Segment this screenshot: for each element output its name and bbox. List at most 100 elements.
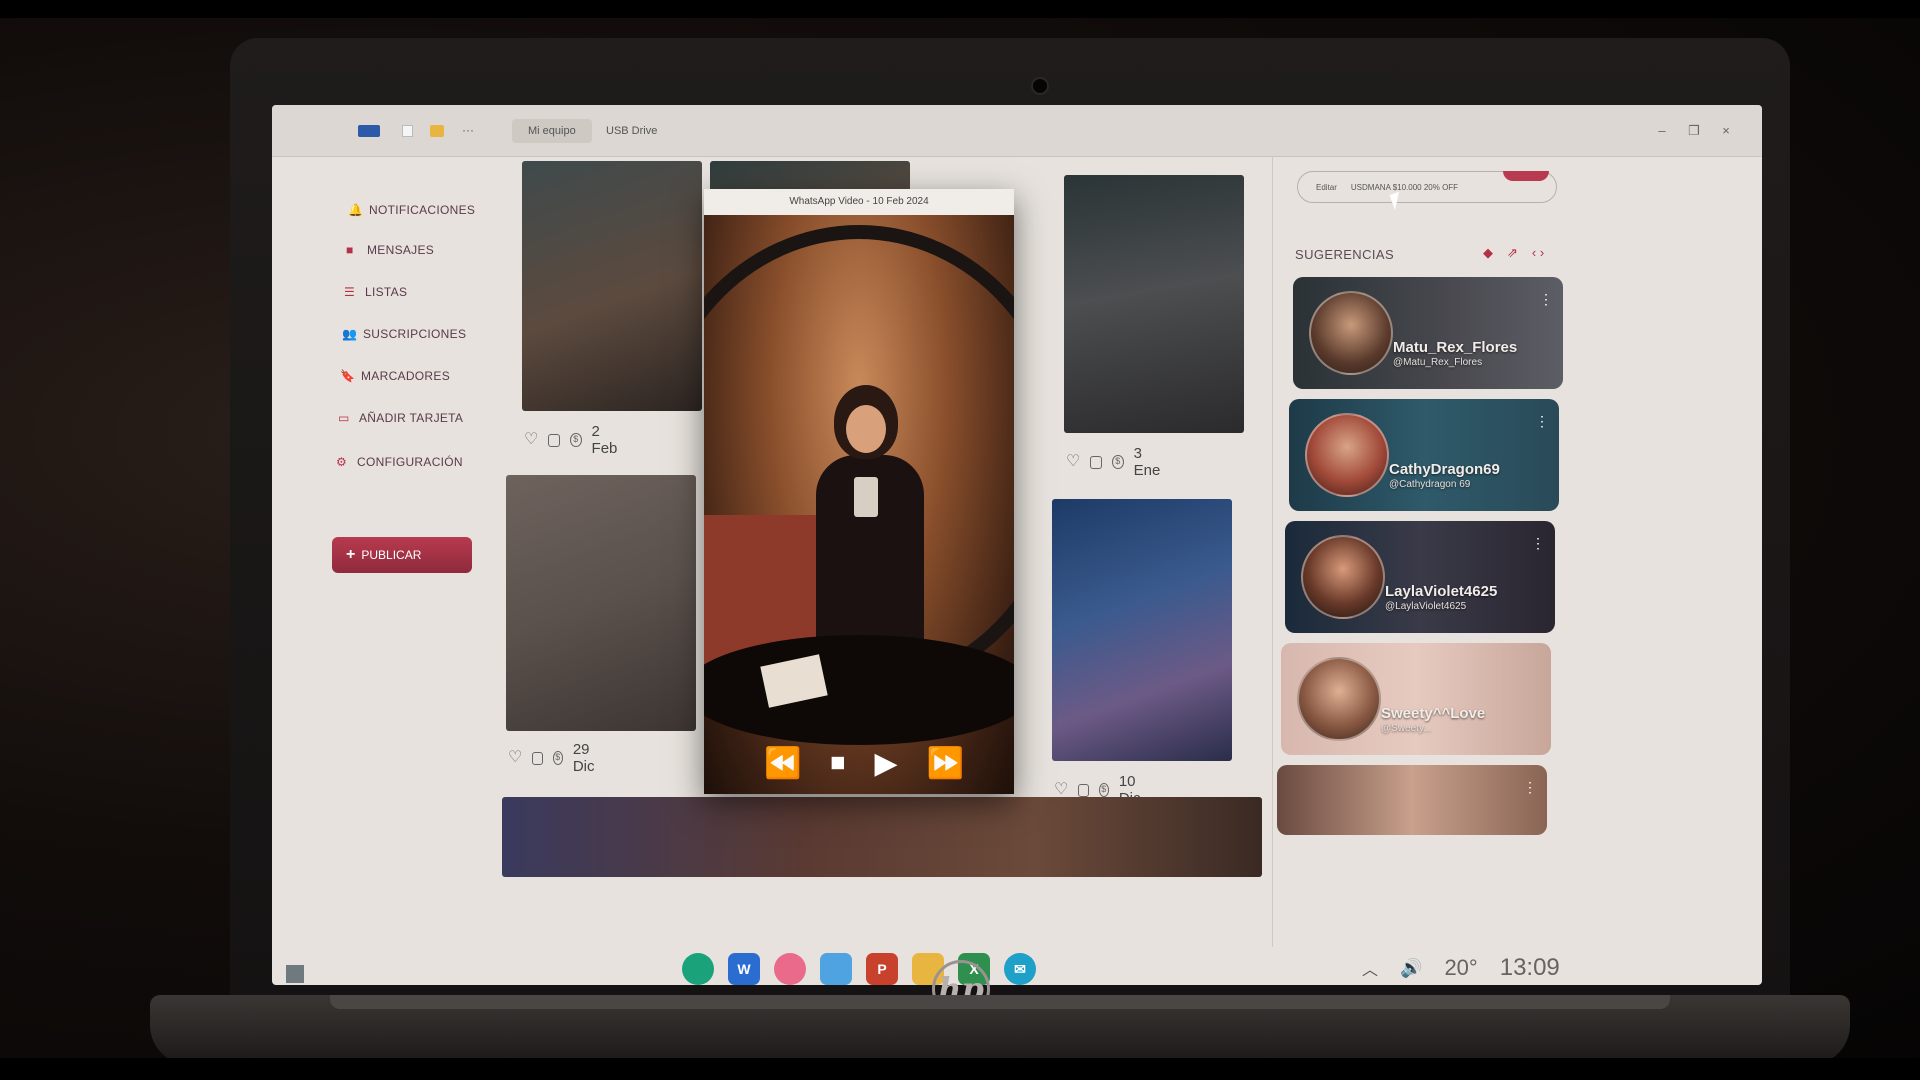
- video-title[interactable]: WhatsApp Video - 10 Feb 2024: [704, 189, 1014, 215]
- word-app-icon[interactable]: W: [728, 953, 760, 985]
- tip-icon[interactable]: $: [552, 751, 563, 765]
- chrome-like-app-icon[interactable]: [682, 953, 714, 985]
- like-icon[interactable]: ♡: [508, 750, 522, 766]
- sidebar-item-configuracion[interactable]: ⚙ CONFIGURACIÓN: [336, 449, 463, 475]
- suggestion-name[interactable]: CathyDragon69: [1389, 461, 1500, 478]
- sidebar-item-notificaciones[interactable]: 🔔 NOTIFICACIONES: [348, 197, 475, 223]
- chevron-up-icon[interactable]: ︿: [1362, 956, 1378, 980]
- users-icon: 👥: [342, 326, 358, 341]
- hinge: [330, 995, 1670, 1009]
- tab-usb-drive[interactable]: USB Drive: [590, 119, 673, 143]
- powerpoint-app-icon[interactable]: P: [866, 953, 898, 985]
- video-player-window[interactable]: WhatsApp Video - 10 Feb 2024 ⏪ ⏹ ▶ ⏩: [704, 189, 1014, 794]
- plus-icon: +: [346, 546, 356, 563]
- volume-icon[interactable]: 🔊: [1400, 958, 1422, 979]
- sidebar-item-label: SUSCRIPCIONES: [363, 327, 467, 341]
- phone: [854, 477, 878, 517]
- avatar[interactable]: [1301, 535, 1385, 619]
- prev-next-icon[interactable]: ‹ ›: [1532, 245, 1544, 261]
- sidebar-item-label: CONFIGURACIÓN: [357, 455, 463, 469]
- avatar[interactable]: [1297, 657, 1381, 741]
- suggestion-card[interactable]: CathyDragon69 @Cathydragon 69 ⋮: [1289, 399, 1559, 511]
- sidebar-item-suscripciones[interactable]: 👥 SUSCRIPCIONES: [342, 321, 466, 347]
- minimize-button[interactable]: –: [1652, 121, 1672, 141]
- drive-icon[interactable]: [358, 125, 380, 137]
- laptop-screen: ··· Mi equipo USB Drive – ❐ × 🔔 NOTIFICA…: [272, 105, 1762, 985]
- comment-icon[interactable]: [1078, 783, 1089, 797]
- photos-app-icon[interactable]: [774, 953, 806, 985]
- kebab-icon[interactable]: ⋮: [1523, 779, 1537, 796]
- stop-icon[interactable]: ⏹: [830, 746, 845, 780]
- letterbox-bottom: [0, 1058, 1920, 1080]
- maximize-button[interactable]: ❐: [1684, 121, 1704, 141]
- sidebar-item-label: NOTIFICACIONES: [369, 203, 476, 217]
- suggestion-name[interactable]: Sweety^^Love: [1381, 705, 1485, 722]
- webcam: [1031, 77, 1049, 95]
- tag-icon[interactable]: ◆: [1483, 245, 1493, 261]
- suggestion-handle: @Matu_Rex_Flores: [1393, 357, 1483, 368]
- gear-icon: ⚙: [336, 454, 348, 469]
- temperature[interactable]: 20°: [1444, 955, 1477, 981]
- post-photo-partial[interactable]: [502, 797, 1262, 877]
- sidebar: 🔔 NOTIFICACIONES ■ MENSAJES ☰ LISTAS 👥 S…: [272, 157, 512, 977]
- sidebar-item-label: LISTAS: [365, 285, 408, 299]
- publish-button[interactable]: + PUBLICAR: [332, 537, 472, 573]
- comment-icon[interactable]: [1090, 455, 1102, 469]
- like-icon[interactable]: ♡: [524, 432, 538, 448]
- post-photo[interactable]: [522, 161, 702, 411]
- tip-icon[interactable]: $: [569, 433, 582, 447]
- avatar[interactable]: [1305, 413, 1389, 497]
- post-photo[interactable]: [506, 475, 696, 731]
- kebab-icon[interactable]: ⋮: [1531, 535, 1545, 552]
- sidebar-item-label: MARCADORES: [361, 369, 451, 383]
- promo-offer: USDMANA $10.000 20% OFF: [1350, 182, 1459, 192]
- rewind-icon[interactable]: ⏪: [764, 746, 801, 781]
- more-icon[interactable]: ···: [462, 123, 478, 137]
- post-date: 2 Feb: [591, 423, 618, 457]
- suggestion-card[interactable]: Matu_Rex_Flores @Matu_Rex_Flores ⋮: [1293, 277, 1563, 389]
- comment-icon[interactable]: [548, 433, 560, 447]
- clock[interactable]: 13:09: [1500, 954, 1560, 982]
- play-icon[interactable]: ▶: [874, 746, 897, 781]
- taskbar-dock: W P X ✉: [682, 947, 1102, 985]
- comment-icon[interactable]: [532, 751, 543, 765]
- tip-icon[interactable]: $: [1098, 783, 1109, 797]
- suggestion-card[interactable]: Sweety^^Love @Sweety...: [1281, 643, 1551, 755]
- sidebar-item-anadir-tarjeta[interactable]: ▭ AÑADIR TARJETA: [338, 405, 463, 431]
- post-photo[interactable]: [1052, 499, 1232, 761]
- suggestion-name[interactable]: Matu_Rex_Flores: [1393, 339, 1517, 356]
- suggestions-title: SUGERENCIAS: [1295, 247, 1395, 262]
- tab-mi-equipo[interactable]: Mi equipo: [512, 119, 592, 143]
- fast-forward-icon[interactable]: ⏩: [927, 746, 964, 781]
- letterbox-top: [0, 0, 1920, 18]
- suggestion-card[interactable]: ⋮: [1277, 765, 1547, 835]
- message-icon: ■: [346, 242, 354, 257]
- start-icon[interactable]: [286, 965, 304, 983]
- sidebar-item-mensajes[interactable]: ■ MENSAJES: [346, 237, 434, 263]
- edit-label[interactable]: Editar: [1316, 183, 1337, 192]
- sidebar-item-listas[interactable]: ☰ LISTAS: [344, 279, 407, 305]
- share-icon[interactable]: ⇗: [1507, 245, 1518, 261]
- kebab-icon[interactable]: ⋮: [1535, 413, 1549, 430]
- onedrive-app-icon[interactable]: [820, 953, 852, 985]
- avatar[interactable]: [1309, 291, 1393, 375]
- like-icon[interactable]: ♡: [1066, 454, 1080, 470]
- publish-label: PUBLICAR: [361, 548, 422, 562]
- kebab-icon[interactable]: ⋮: [1539, 291, 1553, 308]
- mail-app-icon[interactable]: ✉: [1004, 953, 1036, 985]
- suggestion-card[interactable]: LaylaViolet4625 @LaylaViolet4625 ⋮: [1285, 521, 1555, 633]
- folder-icon[interactable]: [430, 125, 444, 137]
- suggestion-name[interactable]: LaylaViolet4625: [1385, 583, 1497, 600]
- sidebar-item-marcadores[interactable]: 🔖 MARCADORES: [340, 363, 450, 389]
- tip-icon[interactable]: $: [1111, 455, 1124, 469]
- video-frame[interactable]: ⏪ ⏹ ▶ ⏩: [704, 215, 1014, 794]
- document-icon[interactable]: [402, 125, 413, 137]
- post-meta: ♡ $ 29 Dic: [508, 741, 602, 775]
- scene: ··· Mi equipo USB Drive – ❐ × 🔔 NOTIFICA…: [0, 0, 1920, 1080]
- like-icon[interactable]: ♡: [1054, 782, 1068, 798]
- bell-icon: 🔔: [348, 202, 364, 217]
- sidebar-item-label: AÑADIR TARJETA: [359, 411, 464, 425]
- close-button[interactable]: ×: [1716, 121, 1736, 141]
- post-photo[interactable]: [1064, 175, 1244, 433]
- post-date: 29 Dic: [572, 741, 595, 775]
